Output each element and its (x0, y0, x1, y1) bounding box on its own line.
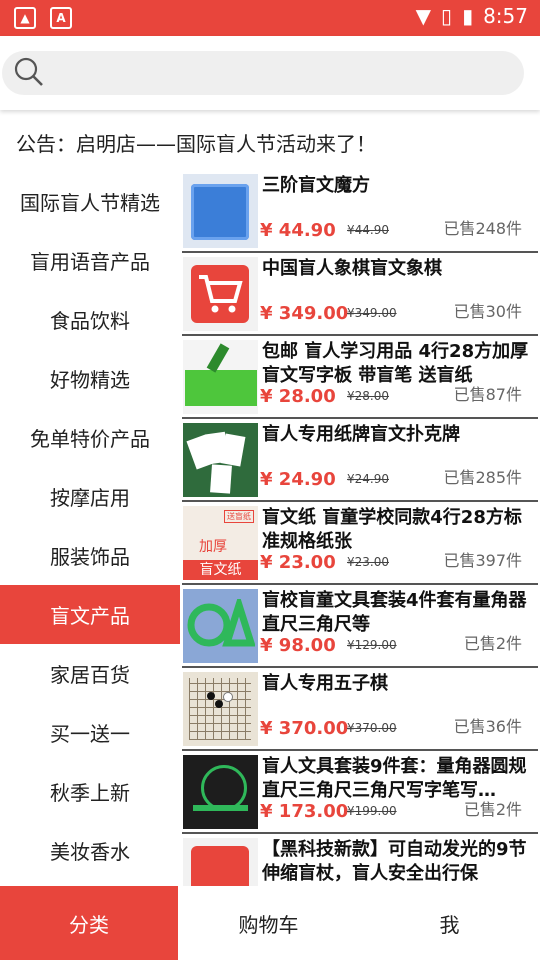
shopping-cart-placeholder-icon (183, 838, 258, 886)
product-title: 中国盲人象棋盲文象棋 (262, 258, 442, 279)
tab-cart[interactable]: 购物车 (178, 886, 359, 960)
tab-me[interactable]: 我 (359, 886, 540, 960)
product-item[interactable]: 中国盲人象棋盲文象棋 ¥ 349.00 ¥349.00 已售30件 (182, 253, 538, 336)
sidebar-item-food-drinks[interactable]: 食品饮料 (0, 290, 180, 349)
product-item[interactable]: 盲人文具套装9件套：量角器圆规直尺三角尺三角尺写字笔写… ¥ 173.00 ¥1… (182, 751, 538, 834)
product-price: ¥ 98.00 (260, 635, 336, 656)
product-price: ¥ 24.90 (260, 469, 336, 490)
product-title: 盲人专用纸牌盲文扑克牌 (262, 424, 460, 445)
product-price: ¥ 370.00 (260, 718, 349, 739)
product-item[interactable]: 【黑科技新款】可自动发光的9节伸缩盲杖，盲人安全出行保 (182, 834, 538, 886)
product-title: 【黑科技新款】可自动发光的9节伸缩盲杖，盲人安全出行保 (262, 839, 527, 884)
product-price: ¥ 349.00 (260, 303, 349, 324)
sidebar-item-autumn-new[interactable]: 秋季上新 (0, 762, 180, 821)
product-price: ¥ 44.90 (260, 220, 336, 241)
product-original-price: ¥24.90 (347, 472, 389, 486)
battery-icon: ▮ (462, 4, 474, 28)
sidebar-item-free-special[interactable]: 免单特价产品 (0, 408, 180, 467)
status-bar: ▲ A ▼ ▯ ▮ 8:57 (0, 0, 540, 36)
product-image-braille-paper: 送盲纸 加厚 盲文纸 (183, 506, 258, 580)
product-item[interactable]: 送盲纸 加厚 盲文纸 盲文纸 盲童学校同款4行28方标准规格纸张 ¥ 23.00… (182, 502, 538, 585)
shopping-cart-placeholder-icon (183, 257, 258, 331)
product-image-braille-slate (183, 340, 258, 414)
announcement-text[interactable]: 公告：启明店——国际盲人节活动来了！ (16, 128, 376, 157)
product-sold-count: 已售87件 (453, 385, 522, 404)
product-price: ¥ 23.00 (260, 552, 336, 573)
product-item[interactable]: 盲人专用五子棋 ¥ 370.00 ¥370.00 已售36件 (182, 668, 538, 751)
product-image-stationery-set (183, 589, 258, 663)
sidebar-item-voice-products[interactable]: 盲用语音产品 (0, 231, 180, 290)
product-image-stationery-9pc (183, 755, 258, 829)
product-image-playing-cards (183, 423, 258, 497)
product-sold-count: 已售285件 (443, 468, 522, 487)
product-sold-count: 已售2件 (463, 634, 522, 653)
search-icon (14, 57, 43, 86)
product-title: 三阶盲文魔方 (262, 175, 370, 196)
product-image-rubik-cube (183, 174, 258, 248)
product-original-price: ¥23.00 (347, 555, 389, 569)
sidebar-item-beauty[interactable]: 美妆香水 (0, 821, 180, 880)
category-sidebar: 国际盲人节精选 盲用语音产品 食品饮料 好物精选 免单特价产品 按摩店用 服装饰… (0, 172, 180, 886)
product-price: ¥ 173.00 (260, 801, 349, 822)
product-sold-count: 已售248件 (443, 219, 522, 238)
product-item[interactable]: 三阶盲文魔方 ¥ 44.90 ¥44.90 已售248件 (182, 170, 538, 253)
product-item[interactable]: 盲人专用纸牌盲文扑克牌 ¥ 24.90 ¥24.90 已售285件 (182, 419, 538, 502)
bottom-tab-bar: 分类 购物车 我 (0, 886, 540, 960)
product-title: 盲人专用五子棋 (262, 673, 388, 694)
product-original-price: ¥199.00 (347, 804, 397, 818)
sidebar-item-apparel[interactable]: 服装饰品 (0, 526, 180, 585)
sidebar-item-massage[interactable]: 按摩店用 (0, 467, 180, 526)
product-sold-count: 已售30件 (453, 302, 522, 321)
no-sim-icon: ▯ (441, 4, 453, 28)
search-input[interactable] (2, 51, 524, 95)
sidebar-item-buy-one-get-one[interactable]: 买一送一 (0, 703, 180, 762)
product-original-price: ¥349.00 (347, 306, 397, 320)
status-time: 8:57 (483, 4, 528, 28)
product-sold-count: 已售2件 (463, 800, 522, 819)
product-price: ¥ 28.00 (260, 386, 336, 407)
app-notification-icon: A (50, 7, 72, 29)
wifi-icon: ▼ (415, 4, 432, 28)
sidebar-item-home[interactable]: 家居百货 (0, 644, 180, 703)
sidebar-item-braille-products[interactable]: 盲文产品 (0, 585, 180, 644)
product-sold-count: 已售397件 (443, 551, 522, 570)
product-original-price: ¥370.00 (347, 721, 397, 735)
sidebar-item-good-picks[interactable]: 好物精选 (0, 349, 180, 408)
search-bar (0, 36, 540, 110)
product-sold-count: 已售36件 (453, 717, 522, 736)
gallery-notification-icon: ▲ (14, 7, 36, 29)
sidebar-item-festival-picks[interactable]: 国际盲人节精选 (0, 172, 180, 231)
product-image-gomoku (183, 672, 258, 746)
product-list: 三阶盲文魔方 ¥ 44.90 ¥44.90 已售248件 中国盲人象棋盲文象棋 … (182, 170, 538, 886)
product-item[interactable]: 盲校盲童文具套装4件套有量角器直尺三角尺等 ¥ 98.00 ¥129.00 已售… (182, 585, 538, 668)
product-item[interactable]: 包邮 盲人学习用品 4行28方加厚盲文写字板 带盲笔 送盲纸 ¥ 28.00 ¥… (182, 336, 538, 419)
product-original-price: ¥28.00 (347, 389, 389, 403)
product-original-price: ¥44.90 (347, 223, 389, 237)
tab-category[interactable]: 分类 (0, 886, 178, 960)
product-original-price: ¥129.00 (347, 638, 397, 652)
